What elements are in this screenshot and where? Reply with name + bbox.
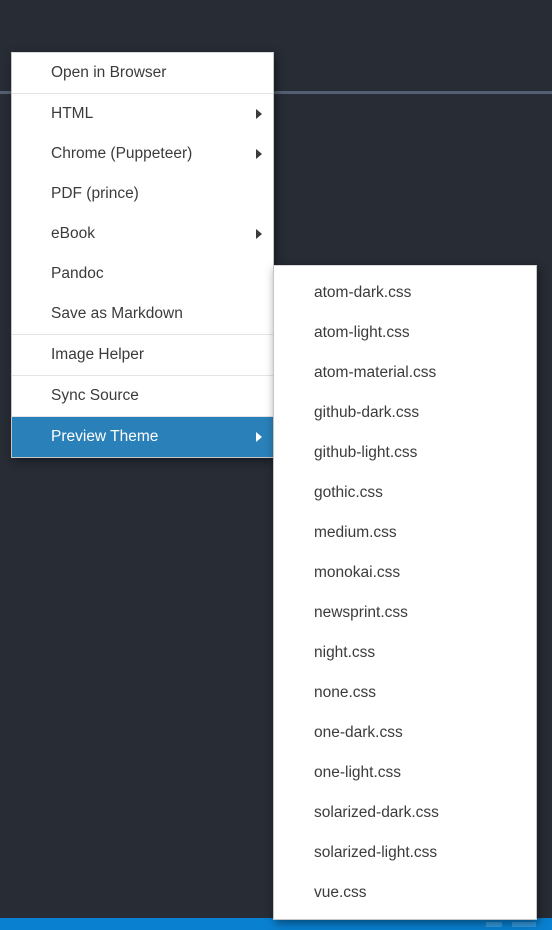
theme-item-label: none.css [314, 684, 377, 701]
markdown-preview-context-menu[interactable]: Open in Browser HTML Chrome (Puppeteer) PDF… [11, 52, 274, 458]
theme-item-atom-light-css[interactable]: atom-light.css [274, 313, 536, 353]
theme-item-label: medium.css [314, 524, 397, 541]
preview-theme-list: atom-dark.css atom-light.css atom-material… [274, 266, 536, 919]
menu-item-open-in-browser[interactable]: Open in Browser [12, 53, 273, 93]
theme-item-label: monokai.css [314, 564, 401, 581]
theme-item-medium-css[interactable]: medium.css [274, 513, 536, 553]
menu-group: Preview Theme [12, 416, 273, 457]
theme-item-solarized-dark-css[interactable]: solarized-dark.css [274, 793, 536, 833]
menu-item-ebook[interactable]: eBook [12, 214, 273, 254]
theme-item-none-css[interactable]: none.css [274, 673, 536, 713]
theme-item-label: newsprint.css [314, 604, 408, 621]
menu-item-label: Preview Theme [51, 428, 159, 445]
menu-group: Open in Browser [12, 53, 273, 93]
menu-item-sync-source[interactable]: Sync Source [12, 376, 273, 416]
status-bar-item-1[interactable] [486, 922, 502, 927]
theme-item-label: github-light.css [314, 444, 418, 461]
theme-item-label: github-dark.css [314, 404, 420, 421]
theme-item-one-light-css[interactable]: one-light.css [274, 753, 536, 793]
theme-item-label: solarized-light.css [314, 844, 438, 861]
menu-item-save-as-markdown[interactable]: Save as Markdown [12, 294, 273, 334]
menu-item-pandoc[interactable]: Pandoc [12, 254, 273, 294]
theme-item-label: atom-light.css [314, 324, 410, 341]
menu-item-preview-theme[interactable]: Preview Theme [12, 417, 273, 457]
theme-item-label: solarized-dark.css [314, 804, 439, 821]
theme-item-atom-material-css[interactable]: atom-material.css [274, 353, 536, 393]
chevron-right-icon [256, 229, 262, 239]
menu-item-label: Chrome (Puppeteer) [51, 145, 193, 162]
menu-item-chrome-puppeteer[interactable]: Chrome (Puppeteer) [12, 134, 273, 174]
menu-item-label: HTML [51, 105, 94, 122]
menu-item-label: Image Helper [51, 346, 145, 363]
menu-item-label: eBook [51, 225, 95, 242]
menu-item-html[interactable]: HTML [12, 94, 273, 134]
theme-item-label: vue.css [314, 884, 367, 901]
theme-item-label: night.css [314, 644, 376, 661]
menu-item-label: Open in Browser [51, 64, 167, 81]
menu-item-pdf-prince[interactable]: PDF (prince) [12, 174, 273, 214]
theme-item-solarized-light-css[interactable]: solarized-light.css [274, 833, 536, 873]
menu-item-image-helper[interactable]: Image Helper [12, 335, 273, 375]
menu-group: Image Helper [12, 334, 273, 375]
theme-item-monokai-css[interactable]: monokai.css [274, 553, 536, 593]
menu-item-label: Save as Markdown [51, 305, 183, 322]
chevron-right-icon [256, 109, 262, 119]
theme-item-label: one-light.css [314, 764, 402, 781]
menu-item-label: Sync Source [51, 387, 139, 404]
menu-group: Sync Source [12, 375, 273, 416]
theme-item-vue-css[interactable]: vue.css [274, 873, 536, 913]
preview-theme-submenu[interactable]: atom-dark.css atom-light.css atom-material… [273, 265, 537, 920]
chevron-right-icon [256, 432, 262, 442]
menu-group: HTML Chrome (Puppeteer) PDF (prince) eBook P… [12, 93, 273, 334]
theme-item-label: gothic.css [314, 484, 383, 501]
theme-item-github-light-css[interactable]: github-light.css [274, 433, 536, 473]
theme-item-night-css[interactable]: night.css [274, 633, 536, 673]
theme-item-label: one-dark.css [314, 724, 403, 741]
status-bar-item-2[interactable] [512, 922, 536, 927]
theme-item-newsprint-css[interactable]: newsprint.css [274, 593, 536, 633]
theme-item-label: atom-material.css [314, 364, 437, 381]
menu-item-label: PDF (prince) [51, 185, 139, 202]
theme-item-gothic-css[interactable]: gothic.css [274, 473, 536, 513]
chevron-right-icon [256, 149, 262, 159]
theme-item-atom-dark-css[interactable]: atom-dark.css [274, 273, 536, 313]
theme-item-github-dark-css[interactable]: github-dark.css [274, 393, 536, 433]
theme-item-label: atom-dark.css [314, 284, 412, 301]
theme-item-one-dark-css[interactable]: one-dark.css [274, 713, 536, 753]
menu-item-label: Pandoc [51, 265, 104, 282]
